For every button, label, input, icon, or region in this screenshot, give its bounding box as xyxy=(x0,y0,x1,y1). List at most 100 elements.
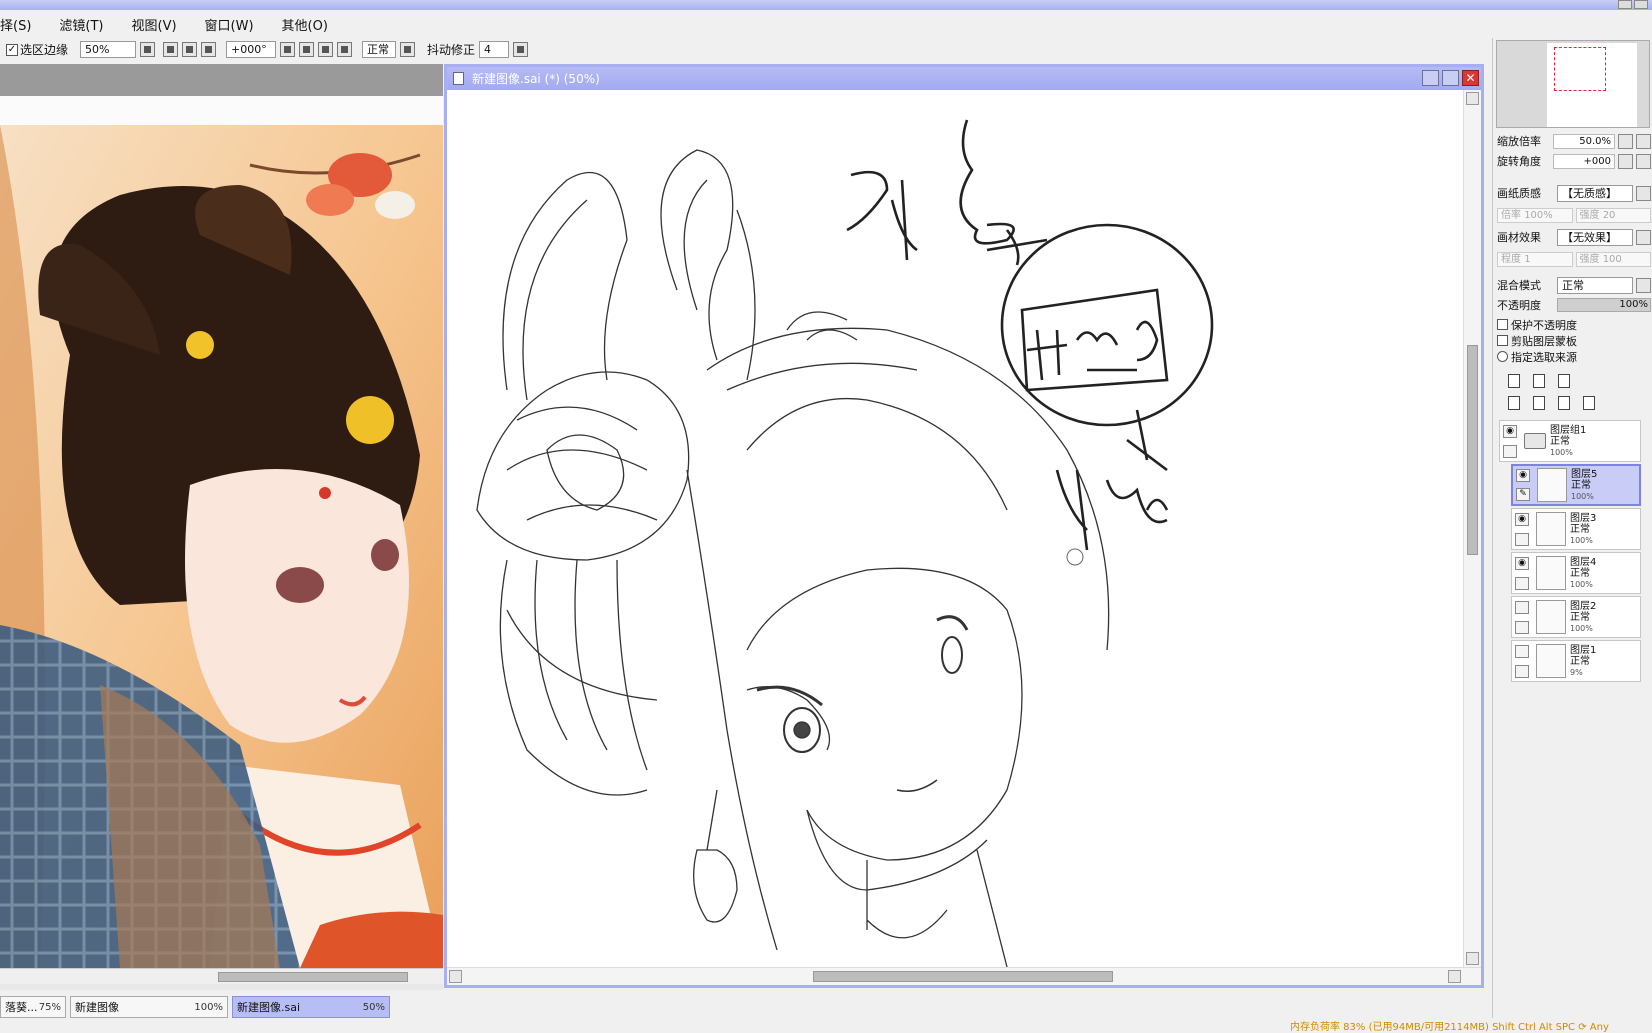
stabilizer-field[interactable]: 4 xyxy=(479,41,510,58)
paper-texture-select[interactable]: 【无质感】 xyxy=(1557,184,1633,202)
dropdown-icon[interactable] xyxy=(1636,229,1651,245)
nav-zoom-value[interactable]: 50.0% xyxy=(1553,133,1615,149)
scroll-right-icon[interactable] xyxy=(1448,970,1461,983)
lock-icon[interactable] xyxy=(1515,664,1529,678)
status-bar: 内存负荷率 83% (已用94MB/可用2114MB) Shift Ctrl A… xyxy=(1290,1022,1609,1033)
zoom-dropdown-icon[interactable] xyxy=(140,42,156,57)
close-icon[interactable]: ✕ xyxy=(1462,70,1479,86)
layer-text: 图层3 正常 100% xyxy=(1570,513,1596,546)
drawing-vscrollbar[interactable] xyxy=(1463,90,1481,967)
maximize-icon[interactable] xyxy=(1442,70,1459,86)
new-layer-icon[interactable] xyxy=(1505,372,1522,389)
flip-icon[interactable] xyxy=(337,42,353,57)
navigator-viewport[interactable] xyxy=(1554,47,1606,91)
layer-item[interactable]: 图层1 正常 9% xyxy=(1511,640,1641,682)
material-strength[interactable]: 强度 100 xyxy=(1575,251,1651,267)
clip-group-toggle[interactable]: 剪贴图层蒙板 xyxy=(1497,333,1577,348)
checkbox-checked-icon[interactable]: ✓ xyxy=(6,43,18,56)
zoom-reset-icon[interactable] xyxy=(201,42,217,57)
material-degree[interactable]: 程度 1 xyxy=(1497,251,1573,267)
drawing-window-title: 新建图像.sai (*) (50%) xyxy=(472,72,600,86)
rotate-left-icon[interactable] xyxy=(280,42,296,57)
eye-icon[interactable]: ◉ xyxy=(1515,512,1529,526)
lock-icon[interactable] xyxy=(1515,532,1529,546)
paper-texture-strength[interactable]: 强度 20 xyxy=(1575,207,1651,223)
material-select[interactable]: 【无效果】 xyxy=(1557,228,1633,246)
window-buttons[interactable] xyxy=(1618,0,1648,9)
merge-down-icon[interactable] xyxy=(1530,394,1547,411)
minimize-icon[interactable] xyxy=(1618,0,1632,9)
lock-icon[interactable] xyxy=(1515,576,1529,590)
doc-tab[interactable]: 新建图像 100% xyxy=(70,996,228,1018)
nav-rotate-value[interactable]: +000 xyxy=(1553,153,1615,169)
layer-item[interactable]: 图层2 正常 100% xyxy=(1511,596,1641,638)
lock-icon[interactable] xyxy=(1503,444,1517,458)
doc-tab[interactable]: 落葵... 75% xyxy=(0,996,66,1018)
reference-hscroll-thumb[interactable] xyxy=(218,972,408,982)
zoom-in-icon[interactable] xyxy=(1636,133,1651,149)
checkbox-icon[interactable] xyxy=(1497,335,1508,346)
dropdown-icon[interactable] xyxy=(1636,185,1651,201)
drawing-canvas[interactable] xyxy=(447,90,1463,967)
rotate-left-icon[interactable] xyxy=(1618,153,1633,169)
layer-name: 图层2 xyxy=(1570,600,1597,612)
zoom-field[interactable]: 50% xyxy=(80,41,137,58)
radio-icon[interactable] xyxy=(1497,351,1508,362)
zoom-in-icon[interactable] xyxy=(182,42,198,57)
new-linework-layer-icon[interactable] xyxy=(1530,372,1547,389)
menu-filter[interactable]: 滤镜(T) xyxy=(59,15,103,34)
drawing-vscroll-thumb[interactable] xyxy=(1467,345,1478,555)
paper-texture-scale[interactable]: 倍率 100% xyxy=(1497,207,1573,223)
zoom-out-icon[interactable] xyxy=(1618,133,1633,149)
navigator-preview[interactable] xyxy=(1496,40,1650,128)
selection-edge-toggle[interactable]: ✓ 选区边缘 xyxy=(6,41,68,58)
scroll-down-icon[interactable] xyxy=(1466,952,1479,965)
delete-layer-icon[interactable] xyxy=(1580,394,1597,411)
maximize-icon[interactable] xyxy=(1634,0,1648,9)
menu-window[interactable]: 窗口(W) xyxy=(205,15,254,34)
eye-hidden-icon[interactable] xyxy=(1515,600,1529,614)
selection-source-toggle[interactable]: 指定选取来源 xyxy=(1497,349,1577,364)
rotate-reset-icon[interactable] xyxy=(318,42,334,57)
dropdown-icon[interactable] xyxy=(1636,277,1651,293)
rotate-right-icon[interactable] xyxy=(299,42,315,57)
menu-select[interactable]: 择(S) xyxy=(0,15,31,34)
minimize-icon[interactable] xyxy=(1422,70,1439,86)
new-folder-icon[interactable] xyxy=(1555,372,1572,389)
drawing-window[interactable]: 新建图像.sai (*) (50%) ✕ xyxy=(444,64,1484,988)
scroll-left-icon[interactable] xyxy=(449,970,462,983)
reference-canvas[interactable] xyxy=(0,64,443,990)
layer-group-item[interactable]: ◉ 图层组1 正常 100% xyxy=(1499,420,1641,462)
layer-item[interactable]: ◉ 图层4 正常 100% xyxy=(1511,552,1641,594)
doc-tab-active[interactable]: 新建图像.sai 50% xyxy=(232,996,390,1018)
clear-layer-icon[interactable] xyxy=(1555,394,1572,411)
pen-icon[interactable]: ✎ xyxy=(1516,488,1530,501)
stabilizer-dropdown-icon[interactable] xyxy=(513,42,529,57)
layer-item[interactable]: ◉ 图层3 正常 100% xyxy=(1511,508,1641,550)
eye-hidden-icon[interactable] xyxy=(1515,644,1529,658)
blend-mode-select[interactable]: 正常 xyxy=(1557,276,1633,294)
rotate-right-icon[interactable] xyxy=(1636,153,1651,169)
drawing-hscrollbar[interactable] xyxy=(447,967,1481,985)
eye-icon[interactable]: ◉ xyxy=(1515,556,1529,570)
eye-icon[interactable]: ◉ xyxy=(1503,424,1517,438)
menu-other[interactable]: 其他(O) xyxy=(282,15,328,34)
checkbox-icon[interactable] xyxy=(1497,319,1508,330)
reference-hscrollbar[interactable] xyxy=(0,968,443,984)
drawing-hscroll-thumb[interactable] xyxy=(813,971,1113,982)
lock-icon[interactable] xyxy=(1515,620,1529,634)
opacity-slider[interactable]: 100% xyxy=(1557,298,1651,312)
blend-mode-field[interactable]: 正常 xyxy=(362,41,397,58)
zoom-out-icon[interactable] xyxy=(163,42,179,57)
layer-item-selected[interactable]: ◉ ✎ 图层5 正常 100% xyxy=(1511,464,1641,506)
menu-view[interactable]: 视图(V) xyxy=(132,15,177,34)
layer-mode: 正常 xyxy=(1571,479,1591,491)
scroll-up-icon[interactable] xyxy=(1466,92,1479,105)
blend-dropdown-icon[interactable] xyxy=(400,42,416,57)
rotate-field[interactable]: +000° xyxy=(226,41,277,58)
transfer-down-icon[interactable] xyxy=(1505,394,1522,411)
eye-icon[interactable]: ◉ xyxy=(1516,469,1530,482)
protect-opacity-toggle[interactable]: 保护不透明度 xyxy=(1497,317,1577,332)
drawing-window-titlebar[interactable]: 新建图像.sai (*) (50%) xyxy=(447,67,1481,90)
layer-thumbnail xyxy=(1536,644,1566,678)
